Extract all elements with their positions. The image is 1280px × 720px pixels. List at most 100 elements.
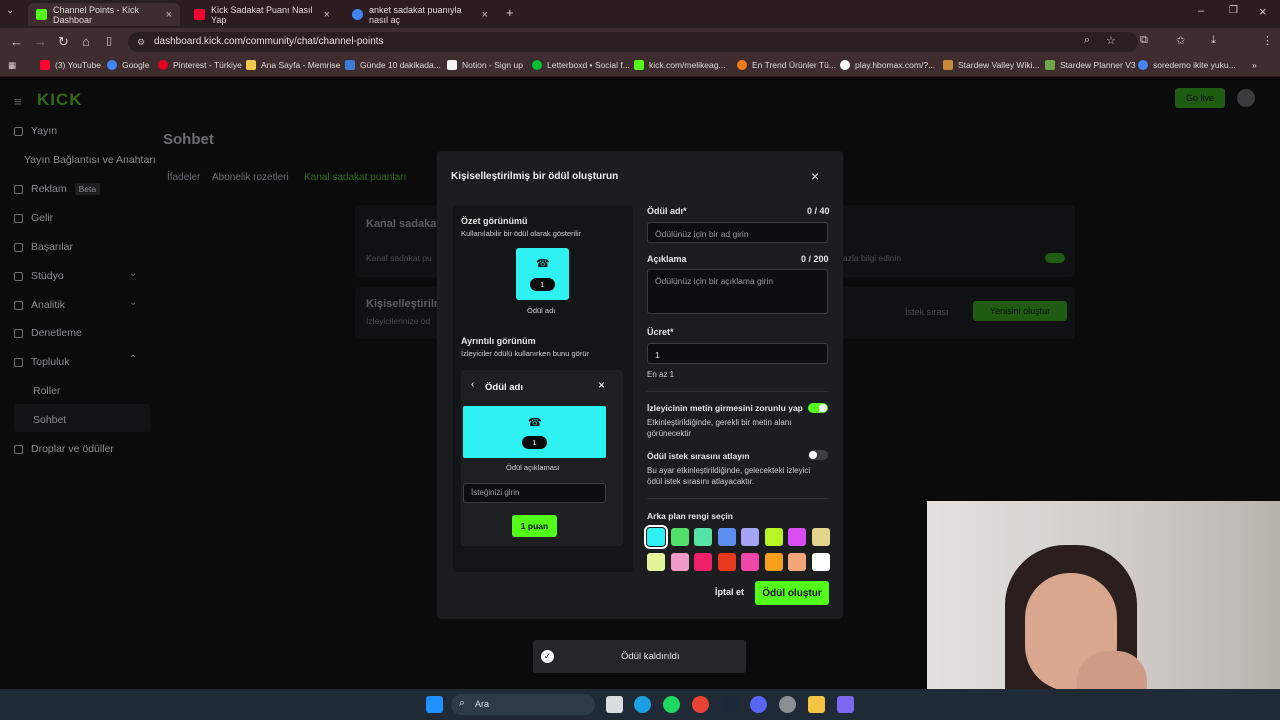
color-swatch[interactable] [717,553,736,571]
tab-abonelik[interactable]: Abonelik rozetleri [212,172,289,183]
split-view-icon[interactable]: ▯ [106,34,112,47]
color-swatch[interactable] [811,553,830,571]
discord-icon[interactable] [750,696,767,713]
color-swatch[interactable] [788,528,806,546]
apps-icon[interactable]: ▦ [8,60,16,71]
bookmark-trendyol[interactable]: En Trend Ürünler Tü... [737,60,836,70]
kick-logo[interactable]: KICK [37,90,83,110]
sidebar-item-basarilar[interactable]: Başarılar [14,241,73,253]
cancel-button[interactable]: İptal et [715,587,744,597]
color-swatch[interactable] [670,553,689,571]
color-swatch[interactable] [741,528,759,546]
skip-queue-toggle[interactable] [808,450,828,460]
create-reward-button[interactable]: Ödül oluştur [755,581,829,605]
close-icon[interactable]: × [811,168,819,184]
zoom-icon[interactable]: ⌕ [1084,34,1090,47]
task-view-icon[interactable] [606,696,623,713]
minimize-icon[interactable]: – [1198,5,1204,17]
sidebar-item-yayin[interactable]: Yayın [14,125,57,137]
tab-kanal-sadakat[interactable]: Kanal sadakat puanları [304,172,406,183]
bookmark-stardew-wiki[interactable]: Stardew Valley Wiki... [943,60,1040,70]
detail-close-icon[interactable]: × [598,378,605,392]
file-explorer-icon[interactable] [808,696,825,713]
create-new-button[interactable]: Yenisini oluştur [973,301,1067,321]
sidebar-item-sohbet[interactable]: Sohbet [33,414,66,426]
color-swatch[interactable] [764,528,783,546]
bookmark-kick[interactable]: kick.com/melikeag... [634,60,726,70]
home-icon[interactable]: ⌂ [82,34,90,49]
close-tab-icon[interactable]: × [482,9,488,21]
url-field[interactable]: ⚙ dashboard.kick.com/community/chat/chan… [128,32,1138,52]
go-live-button[interactable]: Go live [1175,88,1225,108]
description-textarea[interactable]: Ödülünüz için bir açıklama girin [647,269,828,314]
color-swatch[interactable] [694,553,712,571]
bookmark-youtube[interactable]: (3) YouTube [40,60,101,70]
favorites-icon[interactable]: ✩ [1176,34,1185,47]
queue-link[interactable]: İstek sırası [905,307,949,317]
color-swatch[interactable] [647,553,665,571]
menu-icon[interactable]: ⋮ [1262,34,1273,47]
steam-icon[interactable] [721,696,738,713]
back-icon[interactable]: ← [10,34,23,49]
reload-icon[interactable]: ↻ [58,34,69,50]
sidebar-item-stream-key[interactable]: Yayın Bağlantısı ve Anahtarı [24,154,156,166]
close-window-icon[interactable]: × [1259,4,1267,19]
spotify-icon[interactable] [663,696,680,713]
loyalty-toggle[interactable] [1045,253,1065,263]
sidebar-item-analitik[interactable]: Analitik [14,299,65,311]
bookmark-gunde10[interactable]: Günde 10 dakikada... [345,60,441,70]
more-bookmarks-icon[interactable]: » [1252,60,1257,70]
tab-list-icon[interactable]: ⌄ [6,5,14,16]
bookmark-pinterest[interactable]: Pinterest - Türkiye [158,60,242,70]
edge-icon[interactable] [634,696,651,713]
tab-anket[interactable]: anket sadakat puanıyla nasıl aç × [344,3,496,26]
windows-start-icon[interactable] [426,696,443,713]
bookmark-memrise[interactable]: Ana Sayfa - Memrise [246,60,340,70]
sidebar-item-gelir[interactable]: Gelir [14,212,53,224]
sidebar-item-studyo[interactable]: Stüdyo [14,270,64,282]
close-tab-icon[interactable]: × [166,9,172,21]
chrome-icon[interactable] [692,696,709,713]
bookmark-hbomax[interactable]: play.hbomax.com/?... [840,60,935,70]
hamburger-icon[interactable]: ≡ [14,94,22,109]
sidebar-item-droplar[interactable]: Droplar ve ödüller [14,443,114,455]
cost-input[interactable]: 1 [647,343,828,364]
chevron-down-icon[interactable]: ⌄ [129,268,137,279]
sidebar-item-reklam[interactable]: Reklam Beta [14,183,101,195]
bookmark-soredemo[interactable]: soredemo ikite yuku... [1138,60,1236,70]
color-swatch[interactable] [694,528,712,546]
download-icon[interactable]: ⤓ [1211,34,1216,47]
new-tab-icon[interactable]: + [506,5,514,20]
tab-kick-sadakat[interactable]: Kick Sadakat Puanı Nasıl Yap × [186,3,338,26]
color-swatch[interactable] [717,528,736,546]
forward-icon[interactable]: → [34,34,47,49]
tab-channel-points[interactable]: Channel Points - Kick Dashboar × [28,3,180,26]
bookmark-google[interactable]: Google [107,60,149,70]
bookmark-star-icon[interactable]: ☆ [1106,34,1116,47]
chevron-up-icon[interactable]: ⌃ [129,354,137,365]
reward-name-input[interactable]: Ödülünüz için bir ad girin [647,222,828,243]
color-swatch[interactable] [764,553,783,571]
request-input[interactable]: İsteğinizi girin [463,483,606,503]
sidebar-item-topluluk[interactable]: Topluluk [14,356,70,368]
app-icon[interactable] [837,696,854,713]
redeem-button[interactable]: 1 puan [512,515,557,537]
sidebar-item-roller[interactable]: Roller [33,385,60,397]
back-arrow-icon[interactable]: ‹ [471,379,474,390]
site-info-icon[interactable]: ⚙ [137,32,145,52]
tab-ifadeler[interactable]: İfadeler [167,172,200,183]
bookmark-letterboxd[interactable]: Letterboxd • Social f... [532,60,630,70]
user-avatar[interactable] [1237,89,1255,107]
color-swatch[interactable] [670,528,689,546]
close-tab-icon[interactable]: × [324,9,330,21]
chevron-down-icon[interactable]: ⌄ [129,297,137,308]
color-swatch[interactable] [741,553,759,571]
bookmark-notion[interactable]: Notion - Sign up [447,60,523,70]
color-swatch[interactable] [788,553,806,571]
bookmark-stardew-planner[interactable]: Stardew Planner V3 [1045,60,1136,70]
settings-icon[interactable] [779,696,796,713]
extensions-icon[interactable]: ⧉ [1140,34,1148,47]
taskbar-search[interactable]: ⌕ Ara [451,694,595,715]
restore-icon[interactable]: ❐ [1229,5,1238,16]
sidebar-item-denetleme[interactable]: Denetleme [14,327,82,339]
